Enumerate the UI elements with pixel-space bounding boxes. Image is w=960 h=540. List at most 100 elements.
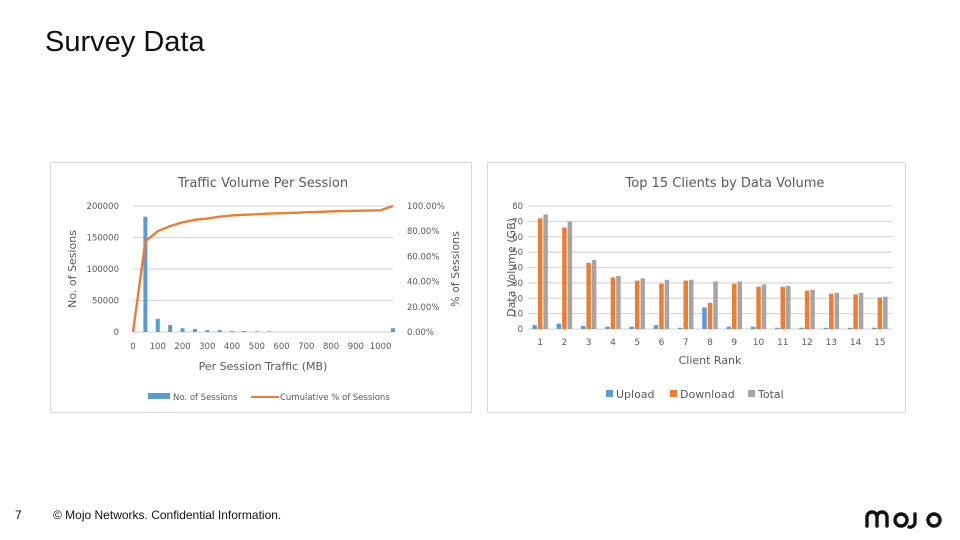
bar-total: [591, 259, 597, 329]
x-tick-label: 1: [537, 338, 543, 348]
bar-download: [756, 286, 761, 329]
x-tick-label: 600: [273, 342, 289, 352]
bar-total: [737, 281, 743, 329]
top-clients-svg: Top 15 Clients by Data Volume01020304050…: [505, 176, 892, 401]
session-bar: [217, 330, 222, 332]
session-bar: [254, 331, 259, 332]
y-axis-title: No. of Sesions: [66, 230, 79, 308]
copyright-footer: © Mojo Networks. Confidential Informatio…: [53, 508, 282, 522]
bar-upload: [847, 327, 853, 329]
x-tick-label: 400: [224, 342, 240, 352]
bar-upload: [580, 325, 586, 329]
session-bar: [180, 328, 185, 332]
legend-swatch-total: [748, 390, 755, 397]
bar-upload: [653, 325, 659, 329]
x-tick-label: 1000: [370, 342, 392, 352]
bar-download: [683, 280, 688, 329]
bar-total: [834, 292, 840, 329]
bar-upload: [532, 325, 537, 329]
x-tick-label: 100: [150, 342, 166, 352]
traffic-volume-svg: Traffic Volume Per Session 0 50000 100000 15…: [66, 176, 462, 403]
x-tick-label: 10: [753, 338, 765, 348]
bar-upload: [629, 326, 634, 329]
x-tick-label: 5: [634, 338, 640, 348]
traffic-volume-chart: Traffic Volume Per Session 0 50000 100000 15…: [50, 162, 472, 413]
x-tick-label: 300: [199, 342, 215, 352]
bar-upload: [750, 326, 756, 329]
x-tick-label: 13: [826, 338, 837, 348]
bar-upload: [775, 327, 780, 329]
session-bar: [267, 331, 272, 332]
x-tick-label: 8: [707, 338, 713, 348]
session-bar: [242, 331, 247, 332]
bar-upload: [605, 326, 610, 329]
bar-total: [713, 281, 718, 329]
x-tick-label: 14: [850, 338, 862, 348]
bar-upload: [677, 327, 683, 329]
y2-tick-label: 0.00%: [407, 328, 434, 338]
bar-total: [567, 221, 573, 329]
bar-download: [707, 302, 713, 329]
bar-total: [858, 292, 864, 329]
bar-total: [810, 289, 815, 329]
y2-tick-label: 20.00%: [407, 303, 439, 313]
session-bar: [168, 325, 173, 332]
y2-tick-label: 100.00%: [407, 202, 445, 212]
bar-upload: [702, 307, 707, 329]
y2-tick-label: 40.00%: [407, 278, 439, 288]
bar-total: [786, 285, 791, 329]
y-tick-label: 0: [114, 328, 119, 338]
bar-download: [732, 283, 737, 329]
legend-swatch-upload: [606, 390, 613, 397]
session-bar: [192, 328, 197, 332]
x-tick-label: 700: [298, 342, 314, 352]
x-tick-label: 900: [348, 342, 364, 352]
y-axis-title: Data Volume (GB): [505, 218, 518, 317]
bar-download: [634, 280, 640, 329]
session-bar: [230, 331, 235, 332]
x-tick-label: 200: [174, 342, 190, 352]
x-tick-label: 12: [801, 338, 812, 348]
slide-title: Survey Data: [45, 26, 205, 58]
bar-download: [659, 283, 664, 329]
legend-swatch-download: [670, 390, 677, 397]
y-tick-label: 80: [512, 202, 523, 212]
x-tick-label: 4: [610, 338, 616, 348]
y2-tick-label: 80.00%: [407, 227, 439, 237]
session-bar: [205, 330, 210, 332]
page-number: 7: [15, 508, 22, 522]
bar-download: [829, 293, 834, 329]
legend-label-upload: Upload: [616, 388, 655, 401]
x-tick-label: 2: [562, 338, 568, 348]
bar-download: [780, 286, 786, 329]
bar-download: [877, 297, 883, 329]
bar-total: [664, 279, 670, 329]
bar-total: [883, 296, 888, 329]
bar-download: [562, 227, 567, 329]
x-tick-label: 500: [249, 342, 265, 352]
legend-label-sessions: No. of Sessions: [173, 393, 238, 403]
bar-total: [543, 214, 548, 329]
x-axis-title: Client Rank: [679, 354, 742, 367]
bar-upload: [556, 323, 562, 329]
y-tick-label: 50000: [92, 297, 119, 307]
bar-download: [853, 294, 858, 329]
y-tick-label: 150000: [87, 234, 119, 244]
y-tick-label: 200000: [87, 202, 119, 212]
x-tick-label: 0: [130, 342, 135, 352]
x-tick-label: 7: [683, 338, 689, 348]
chart-title: Traffic Volume Per Session: [177, 176, 348, 191]
y2-tick-label: 60.00%: [407, 252, 439, 262]
y-tick-label: 0: [518, 325, 523, 335]
legend-label-download: Download: [680, 388, 735, 401]
x-tick-label: 9: [731, 338, 737, 348]
session-bar: [391, 328, 395, 332]
bar-download: [610, 277, 616, 329]
bar-download: [537, 218, 543, 329]
x-tick-label: 3: [586, 338, 592, 348]
bar-download: [804, 290, 810, 329]
mojo-logo: [865, 510, 942, 529]
bar-upload: [872, 327, 877, 329]
bar-total: [640, 278, 645, 329]
top-clients-chart: Top 15 Clients by Data Volume 0 10 20 30 40 50…: [487, 162, 906, 413]
